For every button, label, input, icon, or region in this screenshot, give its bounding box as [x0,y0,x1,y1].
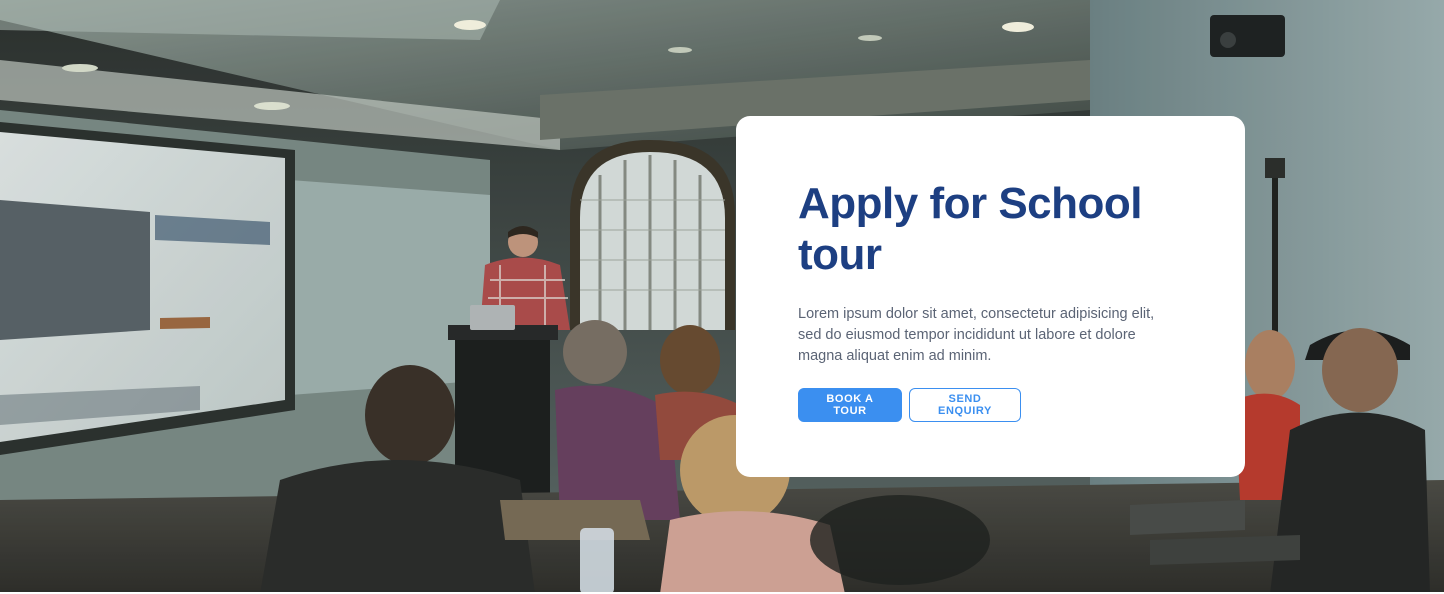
card-description: Lorem ipsum dolor sit amet, consectetur … [798,306,1155,364]
send-enquiry-button[interactable]: SEND ENQUIRY [909,388,1021,422]
school-tour-card: Apply for School tour Lorem ipsum dolor … [736,116,1245,477]
card-actions: BOOK A TOUR SEND ENQUIRY [798,388,1183,422]
book-a-tour-button[interactable]: BOOK A TOUR [798,388,902,422]
hero-section: Apply for School tour Lorem ipsum dolor … [0,0,1444,594]
page-title: Apply for School tour [798,179,1143,279]
